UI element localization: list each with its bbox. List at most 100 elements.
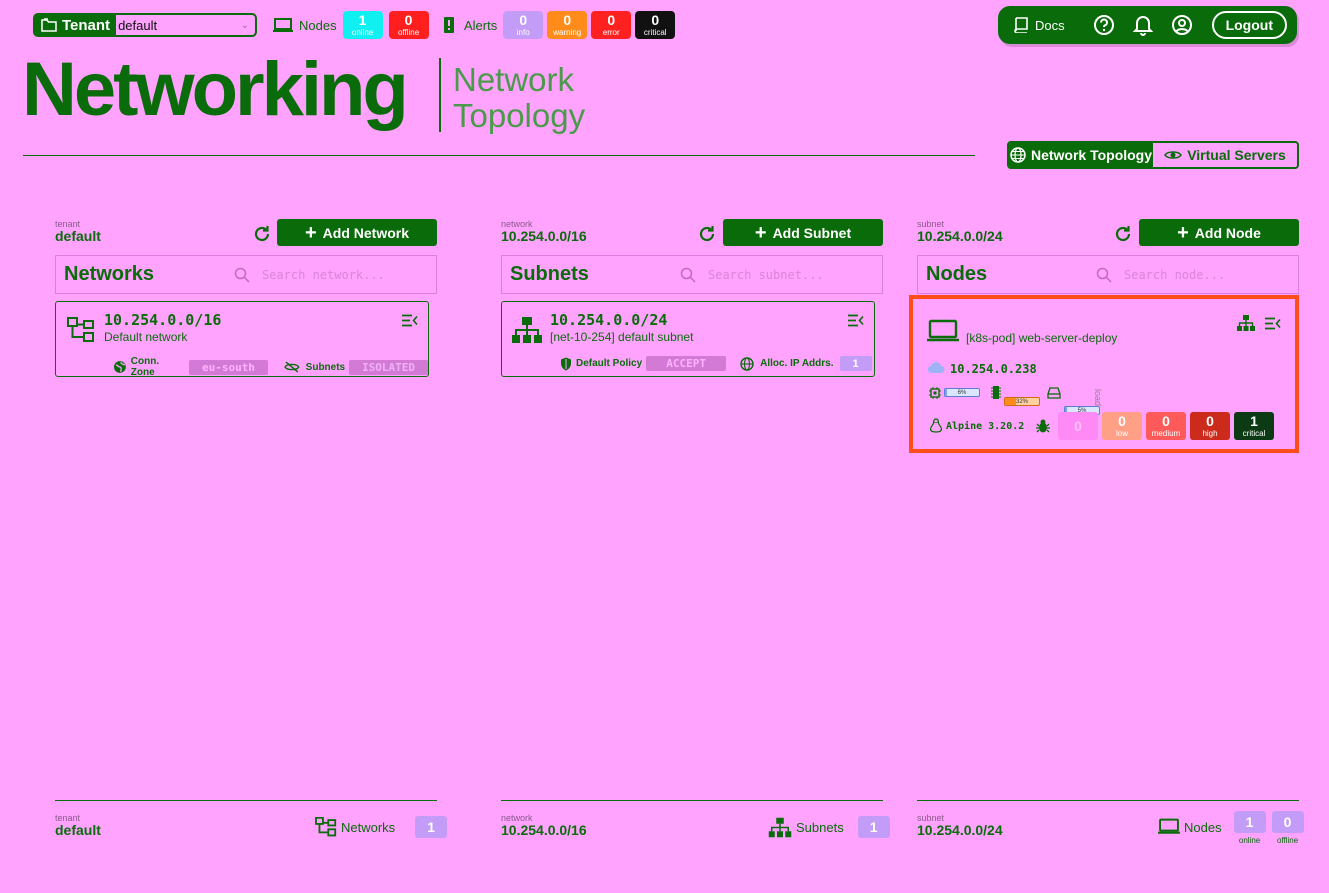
header-divider xyxy=(23,155,975,156)
network-card[interactable]: 10.254.0.0/16 Default network Conn. Zone… xyxy=(55,301,429,378)
networks-panel-header: Networks Search network... xyxy=(55,255,437,294)
load-label: load xyxy=(1093,389,1103,407)
search-subnet-input[interactable]: Search subnet... xyxy=(680,267,874,283)
menu-collapse-icon[interactable] xyxy=(848,314,864,327)
sitemap-icon[interactable] xyxy=(1237,315,1255,331)
nodes-panel-header: Nodes Search node... xyxy=(917,255,1299,294)
alerts-info-badge[interactable]: 0 info xyxy=(503,11,544,39)
node-ip: 10.254.0.238 xyxy=(950,362,1037,376)
alerts-status: Alerts 0 info 0 warning 0 error 0 critical xyxy=(442,11,676,39)
tenant-label: Tenant xyxy=(35,15,116,35)
alerts-error-badge[interactable]: 0 error xyxy=(591,11,632,39)
book-icon xyxy=(1014,17,1028,33)
tenant-selector[interactable]: Tenant default ⌄ xyxy=(33,13,257,37)
laptop-icon xyxy=(1158,818,1180,834)
search-icon xyxy=(1096,267,1112,283)
laptop-icon xyxy=(927,319,959,342)
nodes-online-badge[interactable]: 1 online xyxy=(342,11,383,39)
vulnerability-badges: 0 0 low 0 medium 0 high 1 critical xyxy=(1058,412,1274,440)
subnets-panel-header: Subnets Search subnet... xyxy=(501,255,883,294)
memory-meter: 32% xyxy=(1004,397,1040,406)
networks-context: tenant default xyxy=(55,219,101,244)
title-divider xyxy=(439,58,441,132)
nodes-offline-badge[interactable]: 0 offline xyxy=(388,11,429,39)
subnet-tags: Default Policy ACCEPT Alloc. IP Addrs. 1 xyxy=(560,356,872,371)
sitemap-icon xyxy=(768,817,792,837)
alerts-warning-badge[interactable]: 0 warning xyxy=(547,11,588,39)
docs-link[interactable]: Docs xyxy=(1012,17,1065,33)
refresh-icon[interactable] xyxy=(1113,224,1133,244)
node-card[interactable]: [k8s-pod] web-server-deploy 10.254.0.238… xyxy=(909,295,1299,453)
plus-icon: + xyxy=(1177,221,1189,244)
subnet-card[interactable]: 10.254.0.0/24 [net-10-254] default subne… xyxy=(501,301,875,377)
subnets-context: network 10.254.0.0/16 xyxy=(501,219,587,244)
search-icon xyxy=(234,267,250,283)
node-name: [k8s-pod] web-server-deploy xyxy=(966,331,1118,345)
menu-collapse-icon[interactable] xyxy=(402,314,418,327)
add-network-button[interactable]: + Add Network xyxy=(277,219,437,246)
chevron-down-icon: ⌄ xyxy=(240,19,249,31)
nodes-footer-divider xyxy=(917,800,1299,801)
plus-icon: + xyxy=(304,221,317,244)
shield-icon xyxy=(561,357,571,370)
page-title: Networking xyxy=(22,47,409,132)
logout-button[interactable]: Logout xyxy=(1211,11,1287,39)
network-tree-icon xyxy=(315,817,337,837)
help-icon[interactable] xyxy=(1093,14,1115,36)
subnets-footer-context: network 10.254.0.0/16 xyxy=(501,813,587,838)
subnets-footer-summary: Subnets 1 xyxy=(768,816,890,838)
search-icon xyxy=(680,267,696,283)
vuln-medium-badge[interactable]: 0 medium xyxy=(1146,412,1186,440)
search-network-input[interactable]: Search network... xyxy=(234,267,428,283)
linux-icon xyxy=(929,418,943,433)
vuln-low-badge[interactable]: 0 low xyxy=(1102,412,1142,440)
nodes-context: subnet 10.254.0.0/24 xyxy=(917,219,1003,244)
network-tags: Conn. Zone eu-south Subnets ISOLATED xyxy=(113,356,428,378)
eye-off-icon xyxy=(284,361,300,373)
cpu-meter: 6% xyxy=(944,388,980,397)
nodes-offline-footer[interactable]: 0 offline xyxy=(1271,811,1304,845)
vuln-unknown-badge[interactable]: 0 xyxy=(1058,412,1098,440)
disk-icon xyxy=(1047,387,1061,399)
networks-footer-context: tenant default xyxy=(55,813,101,838)
sitemap-icon xyxy=(512,317,542,343)
subnets-footer-divider xyxy=(501,800,883,801)
globe-icon xyxy=(1010,147,1026,163)
user-icon[interactable] xyxy=(1171,14,1193,36)
nodes-footer-summary: Nodes 1 online 0 offline xyxy=(1158,811,1304,845)
networks-footer-divider xyxy=(55,800,437,801)
vuln-critical-badge[interactable]: 1 critical xyxy=(1234,412,1274,440)
cpu-icon xyxy=(929,387,941,399)
bell-icon[interactable] xyxy=(1132,14,1153,36)
bug-icon xyxy=(1036,419,1050,433)
refresh-icon[interactable] xyxy=(252,224,272,244)
globe-icon xyxy=(740,356,754,371)
node-os: Alpine 3.20.2 xyxy=(946,421,1025,432)
menu-collapse-icon[interactable] xyxy=(1265,317,1281,330)
search-node-input[interactable]: Search node... xyxy=(1096,267,1290,283)
networks-footer-summary: Networks 1 xyxy=(315,816,448,838)
alerts-critical-badge[interactable]: 0 critical xyxy=(635,11,676,39)
tab-virtual-servers[interactable]: Virtual Servers xyxy=(1153,143,1297,167)
alert-icon xyxy=(444,17,454,33)
tenant-select[interactable]: default ⌄ xyxy=(116,15,255,35)
nodes-footer-context: subnet 10.254.0.0/24 xyxy=(917,813,1003,838)
refresh-icon[interactable] xyxy=(697,224,717,244)
globe-zone-icon xyxy=(113,361,126,373)
vuln-high-badge[interactable]: 0 high xyxy=(1190,412,1230,440)
eye-icon xyxy=(1164,151,1183,159)
view-toggle: Network Topology Virtual Servers xyxy=(1007,141,1299,169)
monitor-icon xyxy=(273,18,293,32)
cloud-icon xyxy=(927,362,945,374)
plus-icon: + xyxy=(754,221,767,244)
tab-network-topology[interactable]: Network Topology xyxy=(1009,143,1153,167)
network-tree-icon xyxy=(67,317,94,342)
nodes-status: Nodes 1 online 0 offline xyxy=(273,11,429,39)
memory-icon xyxy=(991,386,1001,399)
add-subnet-button[interactable]: + Add Subnet xyxy=(723,219,883,246)
page-subtitle: Network Topology xyxy=(453,61,586,134)
add-node-button[interactable]: + Add Node xyxy=(1139,219,1299,246)
user-toolbar: Docs Logout xyxy=(998,6,1297,44)
folder-icon xyxy=(41,18,57,32)
nodes-online-footer[interactable]: 1 online xyxy=(1233,811,1266,845)
